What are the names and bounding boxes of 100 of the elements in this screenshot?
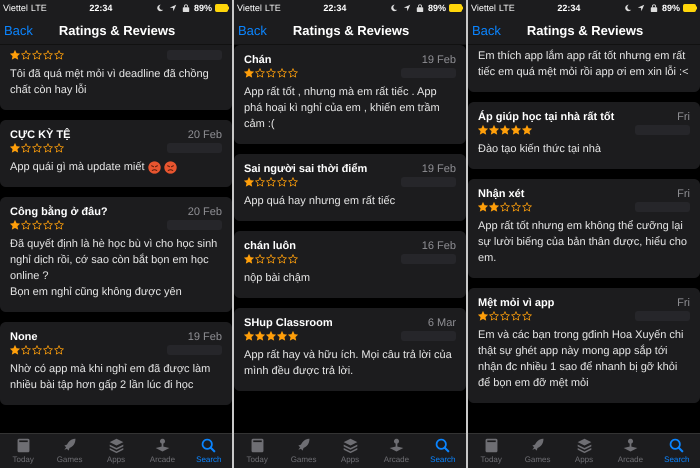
empty-star-icon — [54, 220, 64, 230]
review-title: Sai người sai thời điểm — [244, 163, 368, 175]
tab-item[interactable]: Games — [280, 434, 327, 468]
tab-item[interactable]: Today — [234, 434, 280, 468]
back-button[interactable]: Back — [4, 22, 33, 38]
tab-item[interactable]: Arcade — [607, 434, 654, 468]
location-icon — [402, 4, 411, 12]
screen-title: Ratings & Reviews — [292, 22, 410, 38]
tab-item[interactable]: Arcade — [373, 434, 420, 468]
network-type: LTE — [264, 3, 281, 13]
review-text: App rất tốt nhưng em không thể cưỡng lại sự lười biếng của bản thân được, hiểu cho em. — [478, 219, 688, 266]
back-button[interactable]: Back — [238, 22, 267, 38]
review-title: Nhận xét — [478, 188, 524, 200]
empty-star-icon — [522, 202, 532, 212]
review-date: 16 Feb — [422, 240, 456, 252]
battery-icon — [215, 4, 229, 12]
back-button[interactable]: Back — [472, 22, 501, 38]
empty-star-icon — [511, 311, 521, 321]
review-date: 19 Feb — [422, 163, 456, 175]
battery-percent: 89% — [194, 3, 212, 13]
filled-star-icon — [522, 125, 532, 135]
filled-star-icon — [244, 331, 254, 341]
empty-star-icon — [32, 345, 42, 355]
tab-item[interactable]: Games — [514, 434, 561, 468]
review-text: Đã quyết định là hè học bù vì cho học sinh nghỉ dịch rồi, cớ sao còn bắt bọn em học online ? Bọn em nghỉ cũng không được yên — [10, 237, 218, 300]
battery-icon — [449, 4, 463, 12]
filled-star-icon — [244, 254, 254, 264]
today-icon — [14, 437, 32, 454]
battery-percent: 89% — [662, 3, 680, 13]
empty-star-icon — [288, 68, 298, 78]
empty-star-icon — [43, 220, 53, 230]
empty-star-icon — [277, 68, 287, 78]
location-icon — [636, 4, 645, 12]
filled-star-icon — [266, 331, 276, 341]
filled-star-icon — [10, 220, 20, 230]
carrier: Viettel — [237, 3, 262, 13]
filled-star-icon — [288, 331, 298, 341]
review-date: 20 Feb — [188, 206, 222, 218]
empty-star-icon — [277, 254, 287, 264]
review-text: App quái gì mà update miết — [10, 160, 145, 175]
review-text: Em thích app lắm app rất tốt nhưng em rất tiếc em quá mệt mỏi rồi app ơi em xin lỗi :< — [478, 48, 690, 80]
empty-star-icon — [277, 177, 287, 187]
empty-star-icon — [43, 143, 53, 153]
review-text: nộp bài chậm — [244, 271, 310, 286]
tab-item[interactable]: Apps — [92, 434, 140, 468]
review-date: 19 Feb — [188, 331, 222, 343]
review-title: None — [10, 331, 38, 343]
empty-star-icon — [32, 220, 42, 230]
empty-star-icon — [288, 177, 298, 187]
lock-icon — [182, 4, 190, 12]
review-date: Fri — [677, 111, 690, 123]
filled-star-icon — [511, 125, 521, 135]
empty-star-icon — [500, 311, 510, 321]
empty-star-icon — [54, 143, 64, 153]
today-icon — [482, 437, 500, 454]
search-icon — [200, 437, 218, 454]
tab-item[interactable]: Search — [654, 434, 700, 468]
review-date: 6 Mar — [428, 317, 456, 329]
tab-item[interactable]: Search — [186, 434, 232, 468]
status-time: 22:34 — [557, 3, 580, 13]
network-type: LTE — [498, 3, 515, 13]
empty-star-icon — [32, 50, 42, 60]
battery-icon — [683, 4, 697, 12]
tab-item[interactable]: Today — [468, 434, 514, 468]
review-text: Tôi đã quá mệt mỏi vì deadline đã chồng chất còn hay lỗi — [10, 67, 210, 98]
review-text: App rất hay và hữu ích. Mọi câu trả lời của mình đều được trả lời. — [244, 348, 453, 379]
empty-star-icon — [266, 177, 276, 187]
tab-item[interactable]: Apps — [326, 434, 374, 468]
empty-star-icon — [511, 202, 521, 212]
search-icon — [434, 437, 452, 454]
filled-star-icon — [10, 345, 20, 355]
empty-star-icon — [54, 345, 64, 355]
review-date: 20 Feb — [188, 129, 222, 141]
tab-item[interactable]: Arcade — [139, 434, 186, 468]
filled-star-icon — [277, 331, 287, 341]
tab-item[interactable]: Today — [0, 434, 46, 468]
review-title: Mệt mỏi vì app — [478, 297, 554, 309]
review-date: Fri — [677, 297, 690, 309]
moon-icon — [624, 4, 632, 12]
empty-star-icon — [522, 311, 532, 321]
tab-item[interactable]: Search — [420, 434, 466, 468]
apps-icon — [342, 437, 359, 454]
review-title: Chán — [244, 54, 272, 66]
review-title: chán luôn — [244, 240, 296, 252]
review-date: 19 Feb — [422, 54, 456, 66]
review-date: Fri — [677, 188, 690, 200]
review-title: Công bằng ở đâu? — [10, 206, 108, 218]
filled-star-icon — [478, 311, 488, 321]
lock-icon — [416, 4, 424, 12]
review-text: App quá hay nhưng em rất tiếc — [244, 194, 396, 209]
arcade-icon — [622, 437, 639, 454]
today-icon — [248, 437, 266, 454]
tab-item[interactable]: Games — [46, 434, 93, 468]
apps-icon — [576, 437, 593, 454]
empty-star-icon — [43, 50, 53, 60]
tab-item[interactable]: Apps — [560, 434, 608, 468]
carrier: Viettel — [471, 3, 496, 13]
empty-star-icon — [288, 254, 298, 264]
review-text: App rất tốt , nhưng mà em rất tiếc . App phá hoại kì nghỉ của em , khiến em trầm cảm :( — [244, 85, 441, 132]
review-text: Em và các bạn trong gđinh Hoa Xuyến chi thật sự ghét app này mong app sắp tới nhận đc nhiều 1 sao để nhanh bị gỡ khỏi để bọn em đỡ mệt mỏi — [478, 328, 684, 391]
